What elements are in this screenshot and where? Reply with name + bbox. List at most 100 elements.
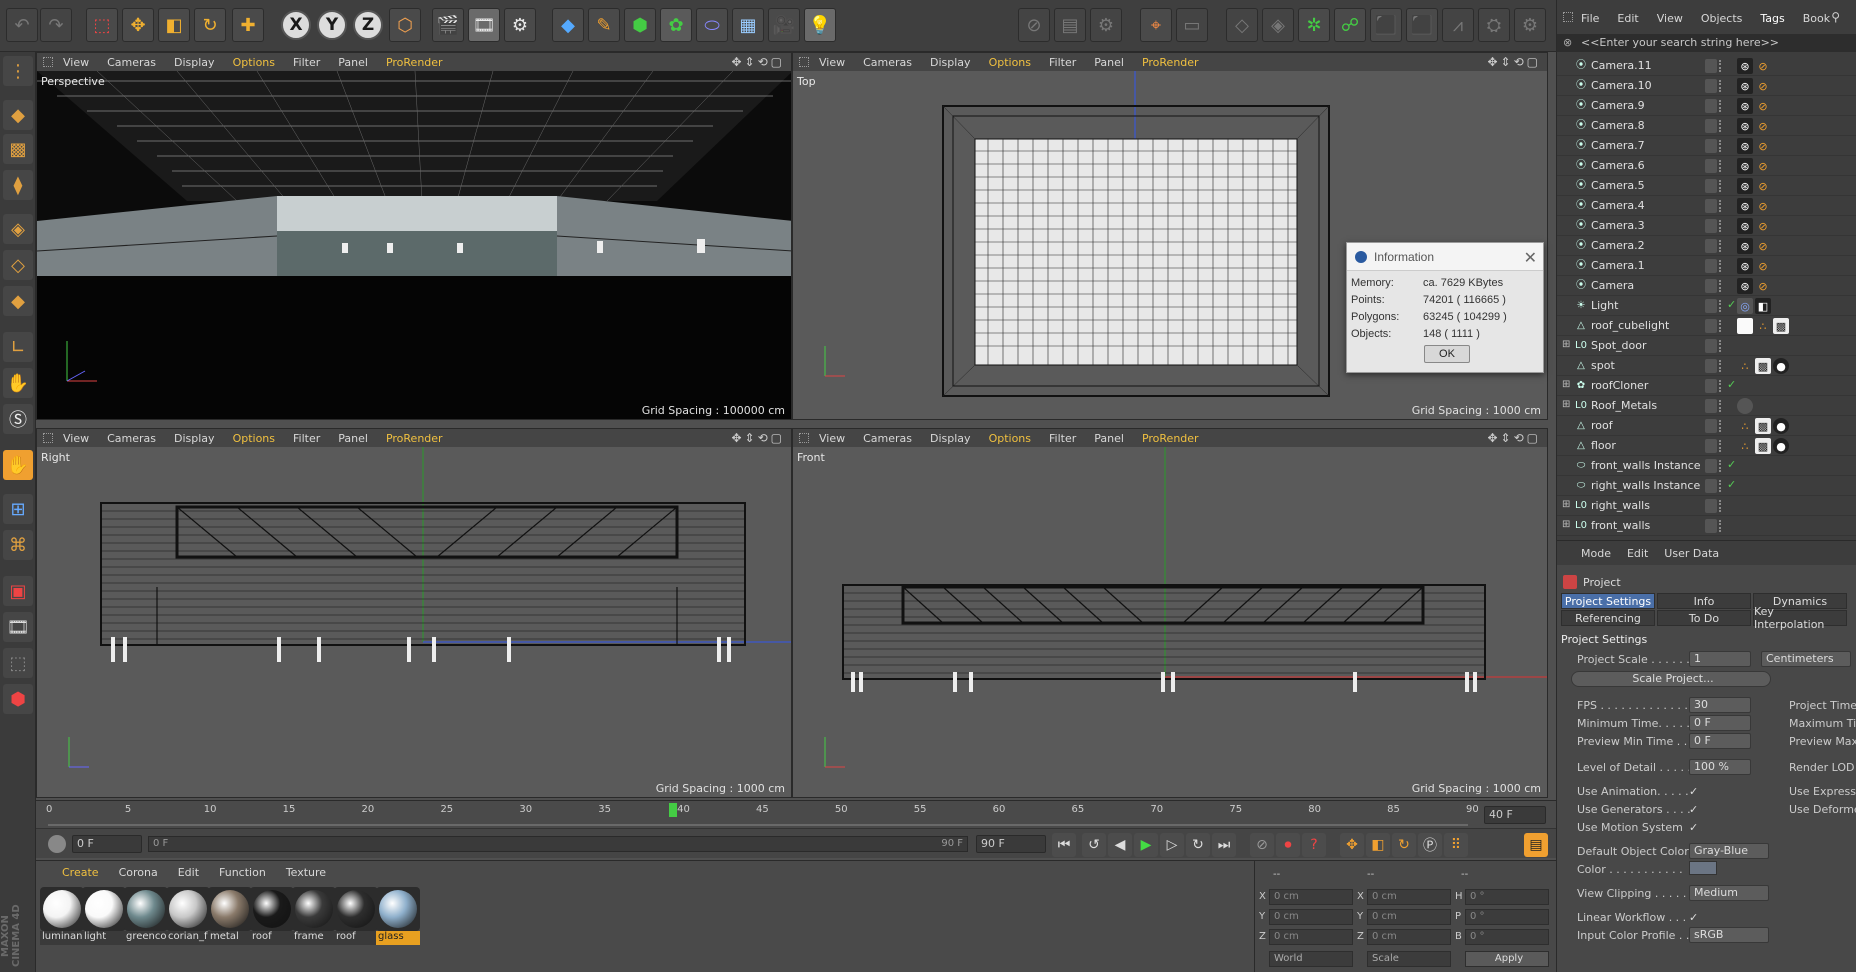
- playhead-marker[interactable]: [669, 803, 678, 817]
- points-icon[interactable]: ◈: [3, 214, 33, 244]
- deformer-icon[interactable]: ⬭: [696, 8, 728, 42]
- menu-objects[interactable]: Objects: [1701, 12, 1743, 25]
- visibility-dots-icon[interactable]: [1719, 460, 1725, 472]
- menu-prorender[interactable]: ProRender: [1142, 56, 1199, 69]
- visibility-dots-icon[interactable]: [1719, 120, 1725, 132]
- cloner-icon[interactable]: ✿: [660, 8, 692, 42]
- menu-prorender[interactable]: ProRender: [386, 432, 443, 445]
- object-row[interactable]: ⦿ Camera.8 ⊛ ⊘: [1557, 116, 1856, 136]
- go-to-start-icon[interactable]: ⏮: [1052, 833, 1076, 857]
- object-row[interactable]: ⦿ Camera.6 ⊛ ⊘: [1557, 156, 1856, 176]
- render-region-icon[interactable]: ▣: [3, 576, 33, 606]
- menu-prorender[interactable]: ProRender: [1142, 432, 1199, 445]
- size-y-field[interactable]: 0 cm: [1367, 909, 1451, 925]
- protection-tag-icon[interactable]: ⊘: [1755, 238, 1771, 254]
- rotate-icon[interactable]: ↻: [194, 8, 226, 42]
- menu-file[interactable]: File: [1581, 12, 1599, 25]
- z-axis-icon[interactable]: Z: [353, 10, 383, 40]
- object-row[interactable]: △ spot ∴ ▩ ●: [1557, 356, 1856, 376]
- expand-icon[interactable]: ⊞: [1562, 519, 1570, 530]
- range-slider[interactable]: 0 F 90 F: [148, 836, 968, 852]
- timeline-toggle-icon[interactable]: ▤: [1524, 833, 1548, 857]
- tab-todo[interactable]: To Do: [1657, 610, 1751, 626]
- points-mode-icon[interactable]: ◇: [1226, 8, 1258, 42]
- menu-panel[interactable]: Panel: [1094, 56, 1124, 69]
- close-icon[interactable]: ✕: [1524, 248, 1537, 268]
- layer-icon[interactable]: [1705, 239, 1717, 253]
- protection-tag-icon[interactable]: ⊘: [1755, 258, 1771, 274]
- previous-frame-icon[interactable]: ◀: [1108, 833, 1132, 857]
- menu-edit[interactable]: Edit: [1617, 12, 1638, 25]
- target-tag-icon[interactable]: ⊛: [1737, 138, 1753, 154]
- current-frame-field[interactable]: 40 F: [1484, 806, 1546, 824]
- tweak-icon[interactable]: ✋: [3, 368, 33, 398]
- pen-icon[interactable]: ✎: [588, 8, 620, 42]
- render-picture-viewer-icon[interactable]: 🎞: [468, 8, 500, 42]
- target-tag-icon[interactable]: ⊛: [1737, 98, 1753, 114]
- preview-min-field[interactable]: 0 F: [1689, 733, 1751, 749]
- protection-tag-icon[interactable]: ⊘: [1755, 278, 1771, 294]
- expand-icon[interactable]: ⊞: [1562, 339, 1570, 350]
- layer-icon[interactable]: [1705, 399, 1717, 413]
- previous-key-icon[interactable]: ↺: [1082, 833, 1106, 857]
- menu-display[interactable]: Display: [174, 432, 215, 445]
- menu-view[interactable]: View: [819, 56, 845, 69]
- y-axis-icon[interactable]: Y: [317, 10, 347, 40]
- protection-tag-icon[interactable]: ⊘: [1755, 178, 1771, 194]
- phong-tag-icon[interactable]: ∴: [1737, 418, 1753, 434]
- layer-icon[interactable]: [1705, 219, 1717, 233]
- uv-icon[interactable]: ⩘: [1442, 8, 1474, 42]
- min-time-field[interactable]: 0 F: [1689, 715, 1751, 731]
- texture-mode-icon[interactable]: ⬛: [1370, 8, 1402, 42]
- phong-tag-icon[interactable]: ∴: [1737, 358, 1753, 374]
- redo-icon[interactable]: ↷: [40, 8, 72, 42]
- menu-prorender[interactable]: ProRender: [386, 56, 443, 69]
- workplane-icon[interactable]: ▤: [1054, 8, 1086, 42]
- object-row[interactable]: ⬭ right_walls Instance ✓: [1557, 476, 1856, 496]
- protection-tag-icon[interactable]: ⊘: [1755, 118, 1771, 134]
- go-to-end-icon[interactable]: ⏭: [1212, 833, 1236, 857]
- menu-panel[interactable]: Panel: [1094, 432, 1124, 445]
- layer-icon[interactable]: [1705, 499, 1717, 513]
- sculpt-icon[interactable]: ⛭: [1478, 8, 1510, 42]
- visibility-dots-icon[interactable]: [1719, 440, 1725, 452]
- protection-tag-icon[interactable]: ⊘: [1755, 78, 1771, 94]
- menu-filter[interactable]: Filter: [1049, 56, 1076, 69]
- menu-mode[interactable]: Mode: [1581, 547, 1611, 560]
- menu-cameras[interactable]: Cameras: [107, 432, 156, 445]
- object-row[interactable]: ⦿ Camera.10 ⊛ ⊘: [1557, 76, 1856, 96]
- visibility-dots-icon[interactable]: [1719, 500, 1725, 512]
- target-tag-icon[interactable]: ⊛: [1737, 158, 1753, 174]
- object-row[interactable]: ⦿ Camera.9 ⊛ ⊘: [1557, 96, 1856, 116]
- light-icon[interactable]: 💡: [804, 8, 836, 42]
- layer-icon[interactable]: [1705, 519, 1717, 533]
- input-profile-dropdown[interactable]: sRGB: [1689, 927, 1769, 943]
- layer-icon[interactable]: [1705, 79, 1717, 93]
- camera-icon[interactable]: 🎥: [768, 8, 800, 42]
- object-row[interactable]: ⦿ Camera.11 ⊛ ⊘: [1557, 56, 1856, 76]
- visibility-dots-icon[interactable]: [1719, 260, 1725, 272]
- target-tag-icon[interactable]: ⊛: [1737, 258, 1753, 274]
- coordinate-system-icon[interactable]: ⬡: [389, 8, 421, 42]
- key-pla-icon[interactable]: ⠿: [1444, 833, 1468, 857]
- object-row[interactable]: △ roof ∴ ▩ ●: [1557, 416, 1856, 436]
- target-tag-icon[interactable]: ⊛: [1737, 78, 1753, 94]
- film-icon[interactable]: 🎞: [3, 612, 33, 642]
- menu-cameras[interactable]: Cameras: [107, 56, 156, 69]
- visibility-dots-icon[interactable]: [1719, 340, 1725, 352]
- visibility-dots-icon[interactable]: [1719, 200, 1725, 212]
- menu-filter[interactable]: Filter: [293, 432, 320, 445]
- start-frame-field[interactable]: 0 F: [72, 835, 142, 853]
- object-row[interactable]: ⦿ Camera.7 ⊛ ⊘: [1557, 136, 1856, 156]
- menu-cameras[interactable]: Cameras: [863, 56, 912, 69]
- material-tag-icon[interactable]: ●: [1773, 418, 1789, 434]
- menu-texture[interactable]: Texture: [286, 866, 326, 879]
- protection-tag-icon[interactable]: ⊘: [1755, 58, 1771, 74]
- menu-view[interactable]: View: [63, 432, 89, 445]
- live-selection-icon[interactable]: ⬚: [86, 8, 118, 42]
- light-tag-icon[interactable]: ◎: [1737, 298, 1753, 314]
- search-icon[interactable]: ⚲: [1831, 10, 1840, 24]
- render-settings-icon[interactable]: ⚙: [504, 8, 536, 42]
- cube-icon[interactable]: ◆: [552, 8, 584, 42]
- object-row[interactable]: ☀ Light ✓ ◎ ◧: [1557, 296, 1856, 316]
